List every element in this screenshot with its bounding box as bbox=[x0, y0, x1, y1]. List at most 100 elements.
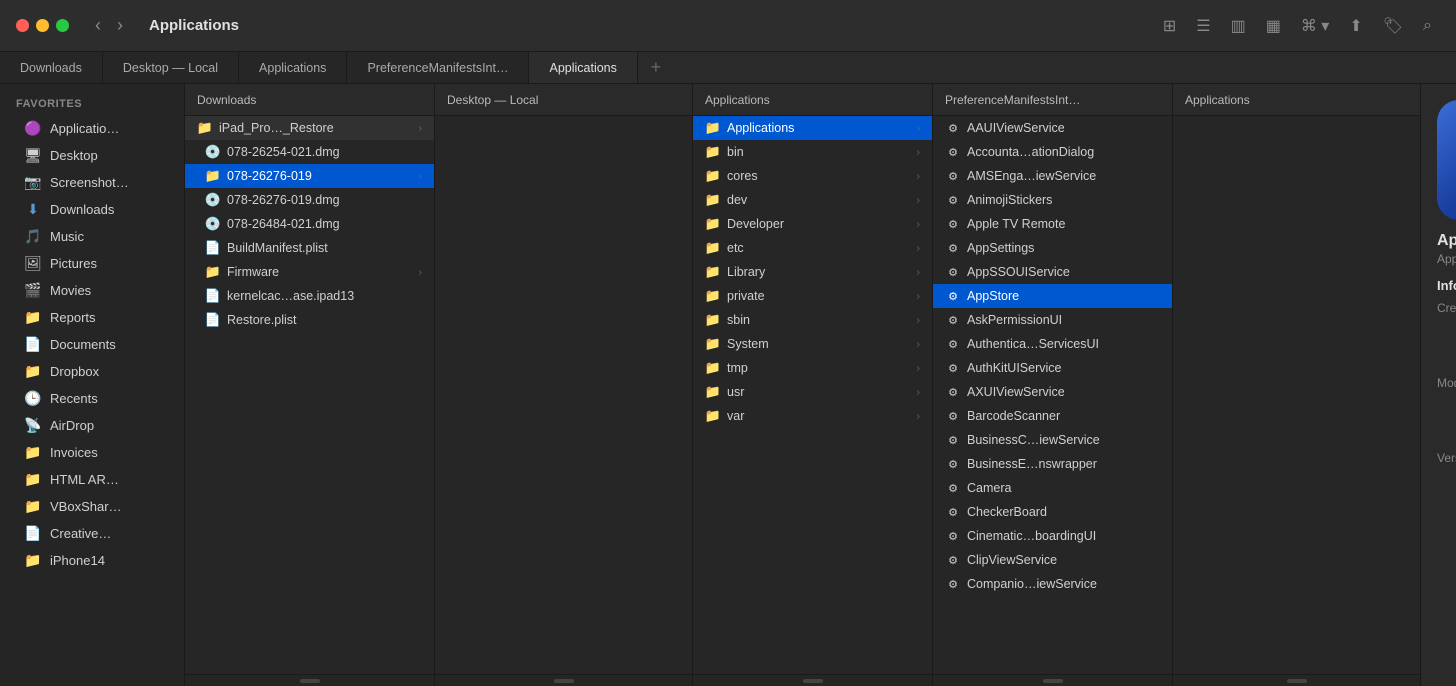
item-label: iPad_Pro…_Restore bbox=[219, 121, 413, 135]
col-resize-handle-5[interactable] bbox=[1173, 674, 1420, 686]
list-item[interactable]: 📁 tmp › bbox=[693, 356, 932, 380]
list-item[interactable]: ⚙ AMSEnga…iewService bbox=[933, 164, 1172, 188]
sidebar-item-documents[interactable]: 📄 Documents bbox=[8, 331, 176, 357]
gear-icon: ⚙ bbox=[945, 386, 961, 399]
list-item[interactable]: ⚙ AppStore bbox=[933, 284, 1172, 308]
list-item[interactable]: 📁 System › bbox=[693, 332, 932, 356]
list-item[interactable]: 📁 bin › bbox=[693, 140, 932, 164]
list-item[interactable]: 📁 Applications › bbox=[693, 116, 932, 140]
tab-applications[interactable]: Applications bbox=[239, 52, 347, 83]
folder-icon: 📁 bbox=[705, 264, 721, 280]
tab-downloads[interactable]: Downloads bbox=[0, 52, 103, 83]
back-button[interactable]: ‹ bbox=[89, 13, 107, 38]
modified-label: Modified bbox=[1437, 376, 1456, 390]
sidebar-item-label: Desktop bbox=[50, 148, 98, 163]
list-item[interactable]: ⚙ AskPermissionUI bbox=[933, 308, 1172, 332]
list-item[interactable]: ⚙ Companio…iewService bbox=[933, 572, 1172, 596]
tab-add-button[interactable]: + bbox=[638, 52, 674, 83]
col-resize-handle-2[interactable] bbox=[435, 674, 692, 686]
list-item[interactable]: 💿 078-26484-021.dmg bbox=[185, 212, 434, 236]
sidebar-item-music[interactable]: 🎵 Music bbox=[8, 223, 176, 249]
list-item[interactable]: 📁 Firmware › bbox=[185, 260, 434, 284]
list-item[interactable]: ⚙ Apple TV Remote bbox=[933, 212, 1172, 236]
sidebar-item-downloads[interactable]: ⬇ Downloads bbox=[8, 196, 176, 222]
sidebar-item-pictures[interactable]: 🖼 Pictures bbox=[8, 250, 176, 276]
sidebar-item-invoices[interactable]: 📁 Invoices bbox=[8, 439, 176, 465]
share-button[interactable]: ⬆ bbox=[1341, 12, 1370, 40]
tab-prefs[interactable]: PreferenceManifestsInt… bbox=[347, 52, 529, 83]
list-item[interactable]: ⚙ AuthKitUIService bbox=[933, 356, 1172, 380]
sidebar-item-dropbox[interactable]: 📁 Dropbox bbox=[8, 358, 176, 384]
sidebar-item-movies[interactable]: 🎬 Movies bbox=[8, 277, 176, 303]
list-item[interactable]: 📁 usr › bbox=[693, 380, 932, 404]
list-item[interactable]: ⚙ AppSSOUIService bbox=[933, 260, 1172, 284]
list-item[interactable]: ⚙ Camera bbox=[933, 476, 1172, 500]
list-item[interactable]: 📁 sbin › bbox=[693, 308, 932, 332]
sidebar-item-applications[interactable]: 🟣 Applicatio… bbox=[8, 115, 176, 141]
gallery-view-button[interactable]: ▦ bbox=[1258, 12, 1289, 40]
chevron-right-icon: › bbox=[419, 171, 422, 182]
list-item[interactable]: 📁 Library › bbox=[693, 260, 932, 284]
sidebar-item-reports[interactable]: 📁 Reports bbox=[8, 304, 176, 330]
list-item[interactable]: 📄 BuildManifest.plist bbox=[185, 236, 434, 260]
maximize-button[interactable] bbox=[56, 19, 69, 32]
list-item[interactable]: ⚙ AAUIViewService bbox=[933, 116, 1172, 140]
item-label: BusinessE…nswrapper bbox=[967, 457, 1160, 471]
list-item[interactable]: ⚙ BusinessE…nswrapper bbox=[933, 452, 1172, 476]
sidebar-item-vboxshare[interactable]: 📁 VBoxShar… bbox=[8, 493, 176, 519]
list-item[interactable]: 📄 Restore.plist bbox=[185, 308, 434, 332]
list-item[interactable]: ⚙ Accounta…ationDialog bbox=[933, 140, 1172, 164]
sidebar-item-iphone14[interactable]: 📁 iPhone14 bbox=[8, 547, 176, 573]
list-item[interactable]: 💿 078-26276-019.dmg bbox=[185, 188, 434, 212]
sidebar-item-creative[interactable]: 📄 Creative… bbox=[8, 520, 176, 546]
forward-button[interactable]: › bbox=[111, 13, 129, 38]
list-item[interactable]: 📁 cores › bbox=[693, 164, 932, 188]
list-item[interactable]: ⚙ AnimojiStickers bbox=[933, 188, 1172, 212]
list-item[interactable]: ⚙ ClipViewService bbox=[933, 548, 1172, 572]
list-item[interactable]: 📁 var › bbox=[693, 404, 932, 428]
tab-desktop[interactable]: Desktop — Local bbox=[103, 52, 239, 83]
list-view-button[interactable]: ☰ bbox=[1188, 12, 1218, 40]
list-item[interactable]: ⚙ CheckerBoard bbox=[933, 500, 1172, 524]
sidebar-item-airdrop[interactable]: 📡 AirDrop bbox=[8, 412, 176, 438]
folder-icon: 📁 bbox=[705, 336, 721, 352]
search-button[interactable]: ⌕ bbox=[1415, 13, 1440, 39]
list-item[interactable]: ⚙ AXUIViewService bbox=[933, 380, 1172, 404]
list-item[interactable]: 📁 Developer › bbox=[693, 212, 932, 236]
list-item[interactable]: 📁 etc › bbox=[693, 236, 932, 260]
list-item[interactable]: ⚙ AppSettings bbox=[933, 236, 1172, 260]
list-item[interactable]: ⚙ Authentica…ServicesUI bbox=[933, 332, 1172, 356]
chevron-right-icon: › bbox=[917, 363, 920, 374]
tag-button[interactable]: 🏷 bbox=[1375, 12, 1411, 40]
sidebar-item-screenshots[interactable]: 📷 Screenshot… bbox=[8, 169, 176, 195]
sidebar-item-htmlar[interactable]: 📁 HTML AR… bbox=[8, 466, 176, 492]
sidebar-item-desktop[interactable]: 🖥 Desktop bbox=[8, 142, 176, 168]
chevron-right-icon: › bbox=[917, 339, 920, 350]
list-item[interactable]: 📁 iPad_Pro…_Restore › bbox=[185, 116, 434, 140]
sidebar-item-recents[interactable]: 🕒 Recents bbox=[8, 385, 176, 411]
list-item[interactable]: 💿 078-26254-021.dmg bbox=[185, 140, 434, 164]
minimize-button[interactable] bbox=[36, 19, 49, 32]
column-view-button[interactable]: ▥ bbox=[1223, 12, 1254, 40]
doc-icon: 📄 bbox=[205, 288, 221, 304]
close-button[interactable] bbox=[16, 19, 29, 32]
list-item[interactable]: 📁 private › bbox=[693, 284, 932, 308]
icon-view-button[interactable]: ⊞ bbox=[1155, 12, 1184, 40]
column-desktop: Desktop — Local bbox=[435, 84, 693, 686]
list-item[interactable]: ⚙ BarcodeScanner bbox=[933, 404, 1172, 428]
col-resize-handle-3[interactable] bbox=[693, 674, 932, 686]
chevron-right-icon: › bbox=[917, 243, 920, 254]
tab-applications2[interactable]: Applications bbox=[529, 52, 637, 83]
arrange-button[interactable]: ⌘ ▾ bbox=[1293, 12, 1337, 40]
item-label: Authentica…ServicesUI bbox=[967, 337, 1160, 351]
list-item[interactable]: ⚙ BusinessC…iewService bbox=[933, 428, 1172, 452]
col-resize-handle-4[interactable] bbox=[933, 674, 1172, 686]
preview-info-version: Version 3.0 bbox=[1437, 451, 1456, 465]
list-item[interactable]: 📄 kernelcac…ase.ipad13 bbox=[185, 284, 434, 308]
list-item[interactable]: ⚙ Cinematic…boardingUI bbox=[933, 524, 1172, 548]
list-item[interactable]: 📁 078-26276-019 › bbox=[185, 164, 434, 188]
window-title: Applications bbox=[149, 17, 1143, 34]
recents-icon: 🕒 bbox=[24, 389, 42, 407]
list-item[interactable]: 📁 dev › bbox=[693, 188, 932, 212]
col-resize-handle-1[interactable] bbox=[185, 674, 434, 686]
